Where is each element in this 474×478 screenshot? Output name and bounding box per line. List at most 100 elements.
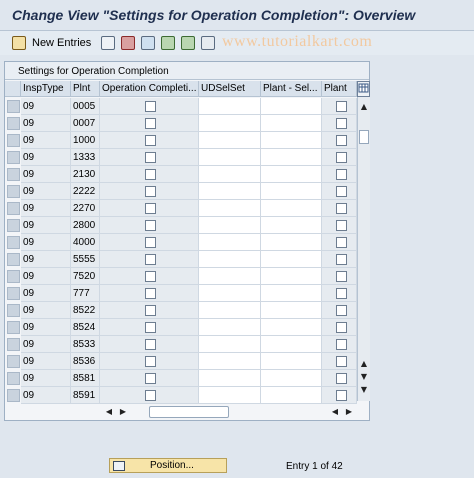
scroll-far-left-icon[interactable]: ◀	[329, 406, 341, 418]
deselect-all-button[interactable]	[201, 35, 215, 51]
scroll-down-icon[interactable]: ▼	[358, 384, 370, 396]
column-header-udselset[interactable]: UDSelSet	[199, 81, 261, 97]
scroll-right-icon[interactable]: ▶	[117, 406, 129, 418]
horizontal-scrollbar[interactable]: ◀ ▶ ◀ ▶	[101, 405, 357, 419]
operation-completion-checkbox[interactable]	[145, 373, 156, 384]
new-entries-button[interactable]: New Entries	[12, 35, 91, 51]
plant-checkbox[interactable]	[336, 220, 347, 231]
row-selector[interactable]	[7, 389, 20, 402]
plant-checkbox[interactable]	[336, 373, 347, 384]
operation-completion-checkbox[interactable]	[145, 305, 156, 316]
operation-completion-checkbox[interactable]	[145, 203, 156, 214]
operation-completion-checkbox[interactable]	[145, 322, 156, 333]
row-selector[interactable]	[7, 151, 20, 164]
cell-plant-sel[interactable]	[261, 183, 322, 200]
cell-udselset[interactable]	[199, 319, 261, 336]
cell-udselset[interactable]	[199, 234, 261, 251]
cell-udselset[interactable]	[199, 166, 261, 183]
plant-checkbox[interactable]	[336, 135, 347, 146]
cell-udselset[interactable]	[199, 149, 261, 166]
cell-plant-sel[interactable]	[261, 149, 322, 166]
plant-checkbox[interactable]	[336, 118, 347, 129]
cell-udselset[interactable]	[199, 115, 261, 132]
cell-plant-sel[interactable]	[261, 115, 322, 132]
operation-completion-checkbox[interactable]	[145, 254, 156, 265]
cell-plant-sel[interactable]	[261, 387, 322, 404]
plant-checkbox[interactable]	[336, 237, 347, 248]
plant-checkbox[interactable]	[336, 288, 347, 299]
cell-udselset[interactable]	[199, 251, 261, 268]
plant-checkbox[interactable]	[336, 169, 347, 180]
operation-completion-checkbox[interactable]	[145, 220, 156, 231]
plant-checkbox[interactable]	[336, 356, 347, 367]
plant-checkbox[interactable]	[336, 305, 347, 316]
operation-completion-checkbox[interactable]	[145, 390, 156, 401]
cell-udselset[interactable]	[199, 98, 261, 115]
cell-udselset[interactable]	[199, 387, 261, 404]
row-selector[interactable]	[7, 372, 20, 385]
scroll-far-right-icon[interactable]: ▶	[343, 406, 355, 418]
cell-plant-sel[interactable]	[261, 370, 322, 387]
scroll-page-down-icon[interactable]: ▼	[358, 371, 370, 383]
column-header-plant[interactable]: Plant	[322, 81, 357, 97]
scroll-page-up-icon[interactable]: ▲	[358, 358, 370, 370]
operation-completion-checkbox[interactable]	[145, 356, 156, 367]
vertical-scroll-thumb[interactable]	[359, 130, 369, 144]
cell-plant-sel[interactable]	[261, 98, 322, 115]
cell-plant-sel[interactable]	[261, 336, 322, 353]
select-block-button[interactable]	[181, 35, 195, 51]
row-selector[interactable]	[7, 270, 20, 283]
row-selector[interactable]	[7, 134, 20, 147]
cell-plant-sel[interactable]	[261, 166, 322, 183]
cell-udselset[interactable]	[199, 370, 261, 387]
plant-checkbox[interactable]	[336, 339, 347, 350]
operation-completion-checkbox[interactable]	[145, 101, 156, 112]
row-selector[interactable]	[7, 117, 20, 130]
operation-completion-checkbox[interactable]	[145, 339, 156, 350]
plant-checkbox[interactable]	[336, 186, 347, 197]
operation-completion-checkbox[interactable]	[145, 135, 156, 146]
cell-udselset[interactable]	[199, 183, 261, 200]
cell-udselset[interactable]	[199, 132, 261, 149]
row-selector[interactable]	[7, 236, 20, 249]
row-selector[interactable]	[7, 168, 20, 181]
cell-udselset[interactable]	[199, 302, 261, 319]
row-selector[interactable]	[7, 202, 20, 215]
table-settings-icon[interactable]	[357, 81, 370, 97]
cell-plant-sel[interactable]	[261, 285, 322, 302]
cell-udselset[interactable]	[199, 217, 261, 234]
plant-checkbox[interactable]	[336, 271, 347, 282]
delete-button[interactable]	[121, 35, 135, 51]
cell-plant-sel[interactable]	[261, 132, 322, 149]
row-selector[interactable]	[7, 355, 20, 368]
operation-completion-checkbox[interactable]	[145, 118, 156, 129]
cell-udselset[interactable]	[199, 353, 261, 370]
cell-plant-sel[interactable]	[261, 234, 322, 251]
cell-plant-sel[interactable]	[261, 353, 322, 370]
row-selector[interactable]	[7, 219, 20, 232]
column-header-operation-completion[interactable]: Operation Completi...	[100, 81, 199, 97]
plant-checkbox[interactable]	[336, 390, 347, 401]
column-header-insptype[interactable]: InspType	[21, 81, 71, 97]
cell-plant-sel[interactable]	[261, 200, 322, 217]
position-button[interactable]: Position...	[109, 458, 227, 473]
scroll-left-icon[interactable]: ◀	[103, 406, 115, 418]
vertical-scrollbar[interactable]: ▲ ▲ ▼ ▼	[357, 81, 370, 401]
cell-plant-sel[interactable]	[261, 302, 322, 319]
cell-plant-sel[interactable]	[261, 319, 322, 336]
operation-completion-checkbox[interactable]	[145, 186, 156, 197]
column-header-plnt[interactable]: Plnt	[71, 81, 100, 97]
cell-udselset[interactable]	[199, 268, 261, 285]
plant-checkbox[interactable]	[336, 203, 347, 214]
row-selector[interactable]	[7, 304, 20, 317]
plant-checkbox[interactable]	[336, 322, 347, 333]
operation-completion-checkbox[interactable]	[145, 288, 156, 299]
row-selector[interactable]	[7, 287, 20, 300]
plant-checkbox[interactable]	[336, 152, 347, 163]
operation-completion-checkbox[interactable]	[145, 152, 156, 163]
row-selector[interactable]	[7, 185, 20, 198]
horizontal-scroll-thumb[interactable]	[149, 406, 229, 418]
cell-udselset[interactable]	[199, 336, 261, 353]
operation-completion-checkbox[interactable]	[145, 169, 156, 180]
cell-plant-sel[interactable]	[261, 268, 322, 285]
